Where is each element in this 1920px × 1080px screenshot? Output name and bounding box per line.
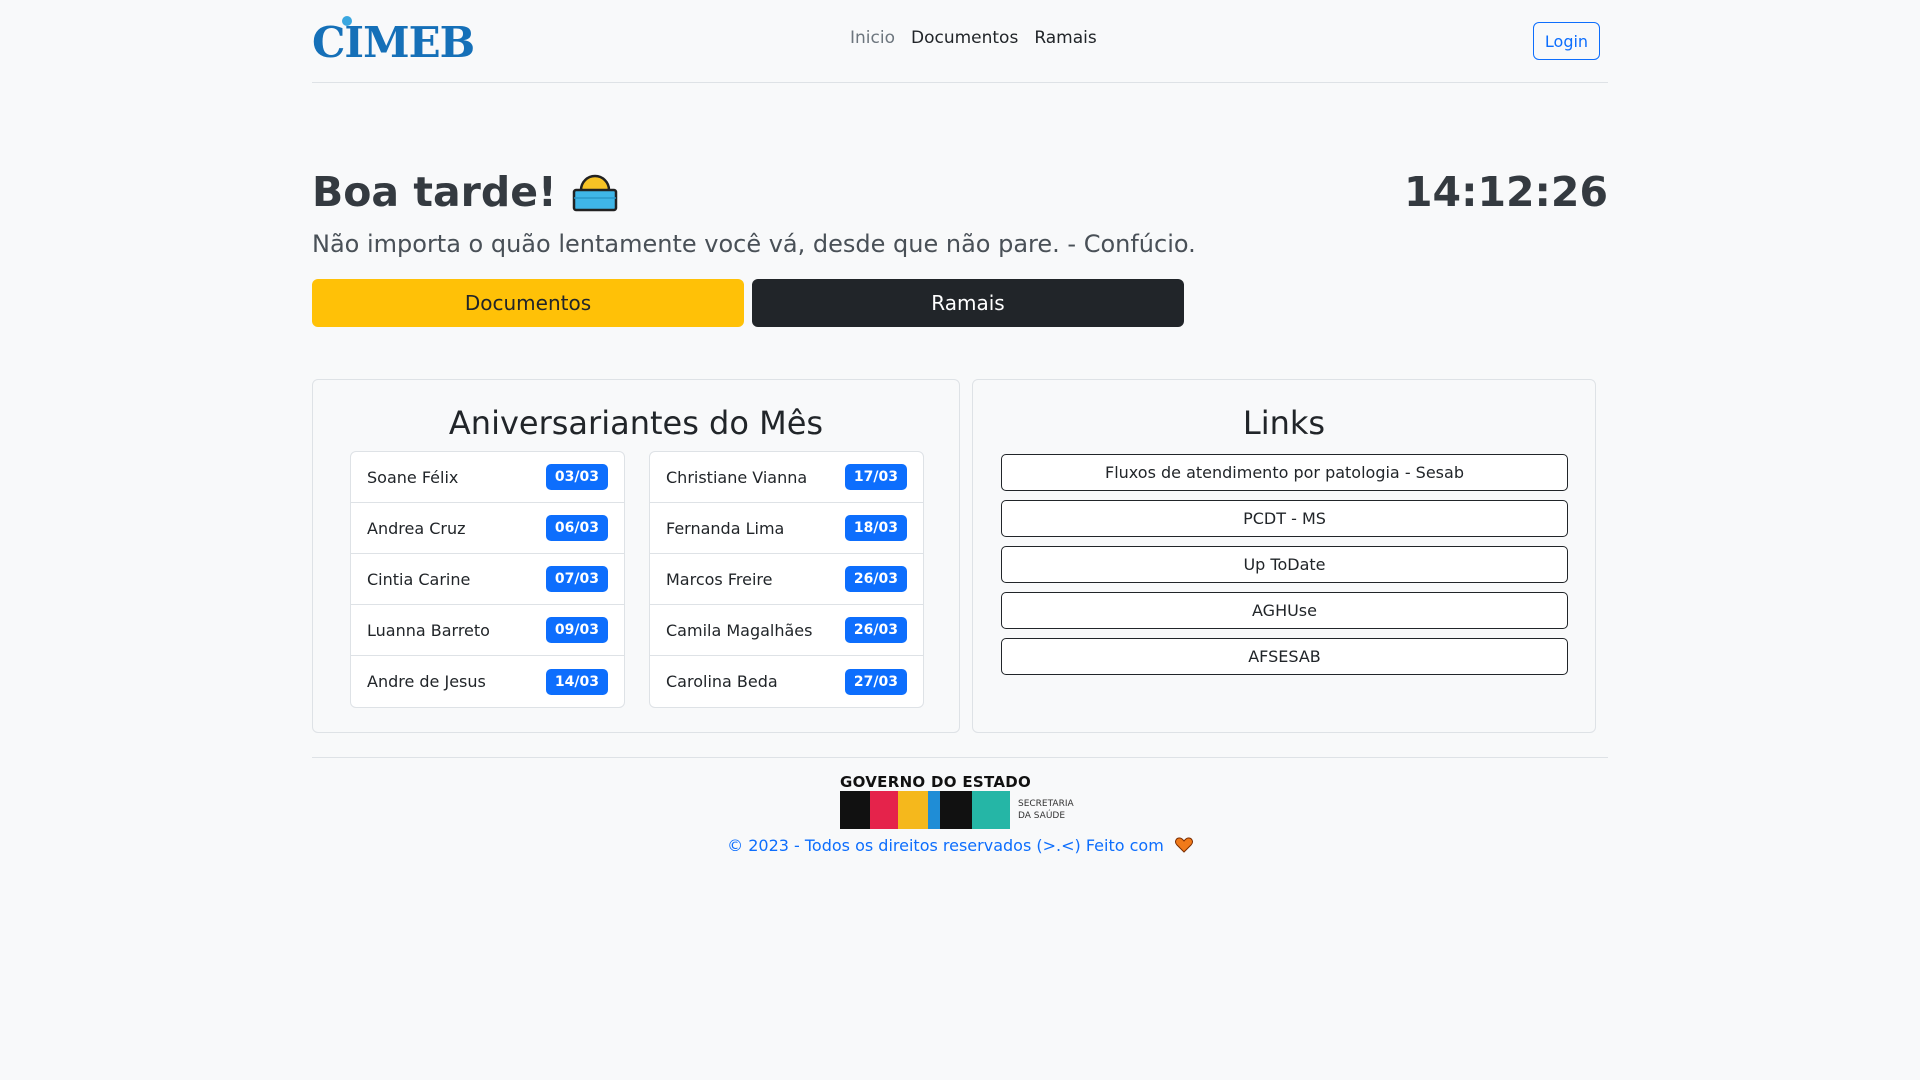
link-button-pcdt[interactable]: PCDT - MS xyxy=(1001,500,1568,537)
gov-logo-top-text: GOVERNO DO ESTADO xyxy=(840,773,1032,791)
list-item: Fernanda Lima 18/03 xyxy=(650,503,923,554)
link-button-fluxos[interactable]: Fluxos de atendimento por patologia - Se… xyxy=(1001,454,1568,491)
birthday-name: Carolina Beda xyxy=(666,672,778,691)
date-badge: 26/03 xyxy=(844,566,907,592)
login-button[interactable]: Login xyxy=(1533,22,1600,60)
birthday-name: Luanna Barreto xyxy=(367,620,490,640)
birthday-name: Camila Magalhães xyxy=(666,620,813,640)
nav-link-documentos[interactable]: Documentos xyxy=(911,28,1018,48)
birthdays-list-right: Christiane Vianna 17/03 Fernanda Lima 18… xyxy=(649,451,924,708)
links-card: Links Fluxos de atendimento por patologi… xyxy=(972,379,1596,733)
list-item: Andrea Cruz 06/03 xyxy=(351,503,624,554)
list-item: Luanna Barreto 09/03 xyxy=(351,605,624,656)
bahia-wordmark xyxy=(840,791,1010,829)
heart-icon xyxy=(1174,836,1193,857)
link-button-afsesab[interactable]: AFSESAB xyxy=(1001,638,1568,675)
copyright-text: © 2023 - Todos os direitos reservados (>… xyxy=(727,836,1164,855)
nav-links: Inicio Documentos Ramais xyxy=(850,28,1097,48)
footer-divider xyxy=(312,757,1608,758)
birthday-name: Andre de Jesus xyxy=(367,672,486,691)
date-badge: 06/03 xyxy=(545,515,608,541)
gov-logo-side-text: SECRETARIA DA SAÚDE xyxy=(1018,798,1074,822)
ramais-button[interactable]: Ramais xyxy=(752,279,1184,327)
logo-dot xyxy=(342,16,352,26)
date-badge: 09/03 xyxy=(545,617,608,643)
birthday-name: Cintia Carine xyxy=(367,569,471,589)
birthdays-list-left: Soane Félix 03/03 Andrea Cruz 06/03 Cint… xyxy=(350,451,625,708)
gov-side-line-2: DA SAÚDE xyxy=(1018,811,1066,821)
birthday-name: Marcos Freire xyxy=(666,569,773,589)
link-button-aghuse[interactable]: AGHUse xyxy=(1001,592,1568,629)
quote: Não importa o quão lentamente você vá, d… xyxy=(312,230,1196,258)
copyright: © 2023 - Todos os direitos reservados (>… xyxy=(0,836,1920,857)
date-badge: 17/03 xyxy=(844,464,907,490)
sunset-icon xyxy=(571,168,619,216)
logo-text: CIMEB xyxy=(312,18,475,67)
list-item: Cintia Carine 07/03 xyxy=(351,554,624,605)
links-title: Links xyxy=(1242,404,1326,442)
governo-bahia-logo: GOVERNO DO ESTADO SECRETARIA DA SAÚDE xyxy=(840,773,1080,831)
date-badge: 07/03 xyxy=(545,566,608,592)
nav-link-inicio[interactable]: Inicio xyxy=(850,28,895,48)
birthday-name: Soane Félix xyxy=(367,467,459,487)
list-item: Camila Magalhães 26/03 xyxy=(650,605,923,656)
link-button-uptodate[interactable]: Up ToDate xyxy=(1001,546,1568,583)
navbar: CIMEB Inicio Documentos Ramais Login xyxy=(312,0,1608,83)
birthday-name: Andrea Cruz xyxy=(367,518,466,538)
date-badge: 26/03 xyxy=(844,617,907,643)
greeting-text: Boa tarde! xyxy=(312,168,557,216)
list-item: Marcos Freire 26/03 xyxy=(650,554,923,605)
hero-buttons: Documentos Ramais xyxy=(312,279,1184,327)
date-badge: 14/03 xyxy=(545,668,608,695)
bahia-wordmark-graphic xyxy=(840,791,1010,829)
date-badge: 18/03 xyxy=(844,515,907,541)
cimeb-logo[interactable]: CIMEB xyxy=(312,14,475,67)
greeting: Boa tarde! xyxy=(312,168,619,216)
birthdays-card: Aniversariantes do Mês Soane Félix 03/03… xyxy=(312,379,960,733)
date-badge: 03/03 xyxy=(545,464,608,490)
nav-link-ramais[interactable]: Ramais xyxy=(1034,28,1096,48)
gov-side-line-1: SECRETARIA xyxy=(1018,799,1074,809)
documentos-button[interactable]: Documentos xyxy=(312,279,744,327)
list-item: Christiane Vianna 17/03 xyxy=(650,452,923,503)
date-badge: 27/03 xyxy=(844,668,907,695)
list-item: Andre de Jesus 14/03 xyxy=(351,656,624,707)
list-item: Soane Félix 03/03 xyxy=(351,452,624,503)
clock: 14:12:26 xyxy=(1404,168,1608,216)
birthdays-title: Aniversariantes do Mês xyxy=(448,404,824,442)
birthday-name: Christiane Vianna xyxy=(666,467,808,487)
list-item: Carolina Beda 27/03 xyxy=(650,656,923,707)
birthday-name: Fernanda Lima xyxy=(666,518,785,538)
links-list: Fluxos de atendimento por patologia - Se… xyxy=(1001,454,1568,675)
